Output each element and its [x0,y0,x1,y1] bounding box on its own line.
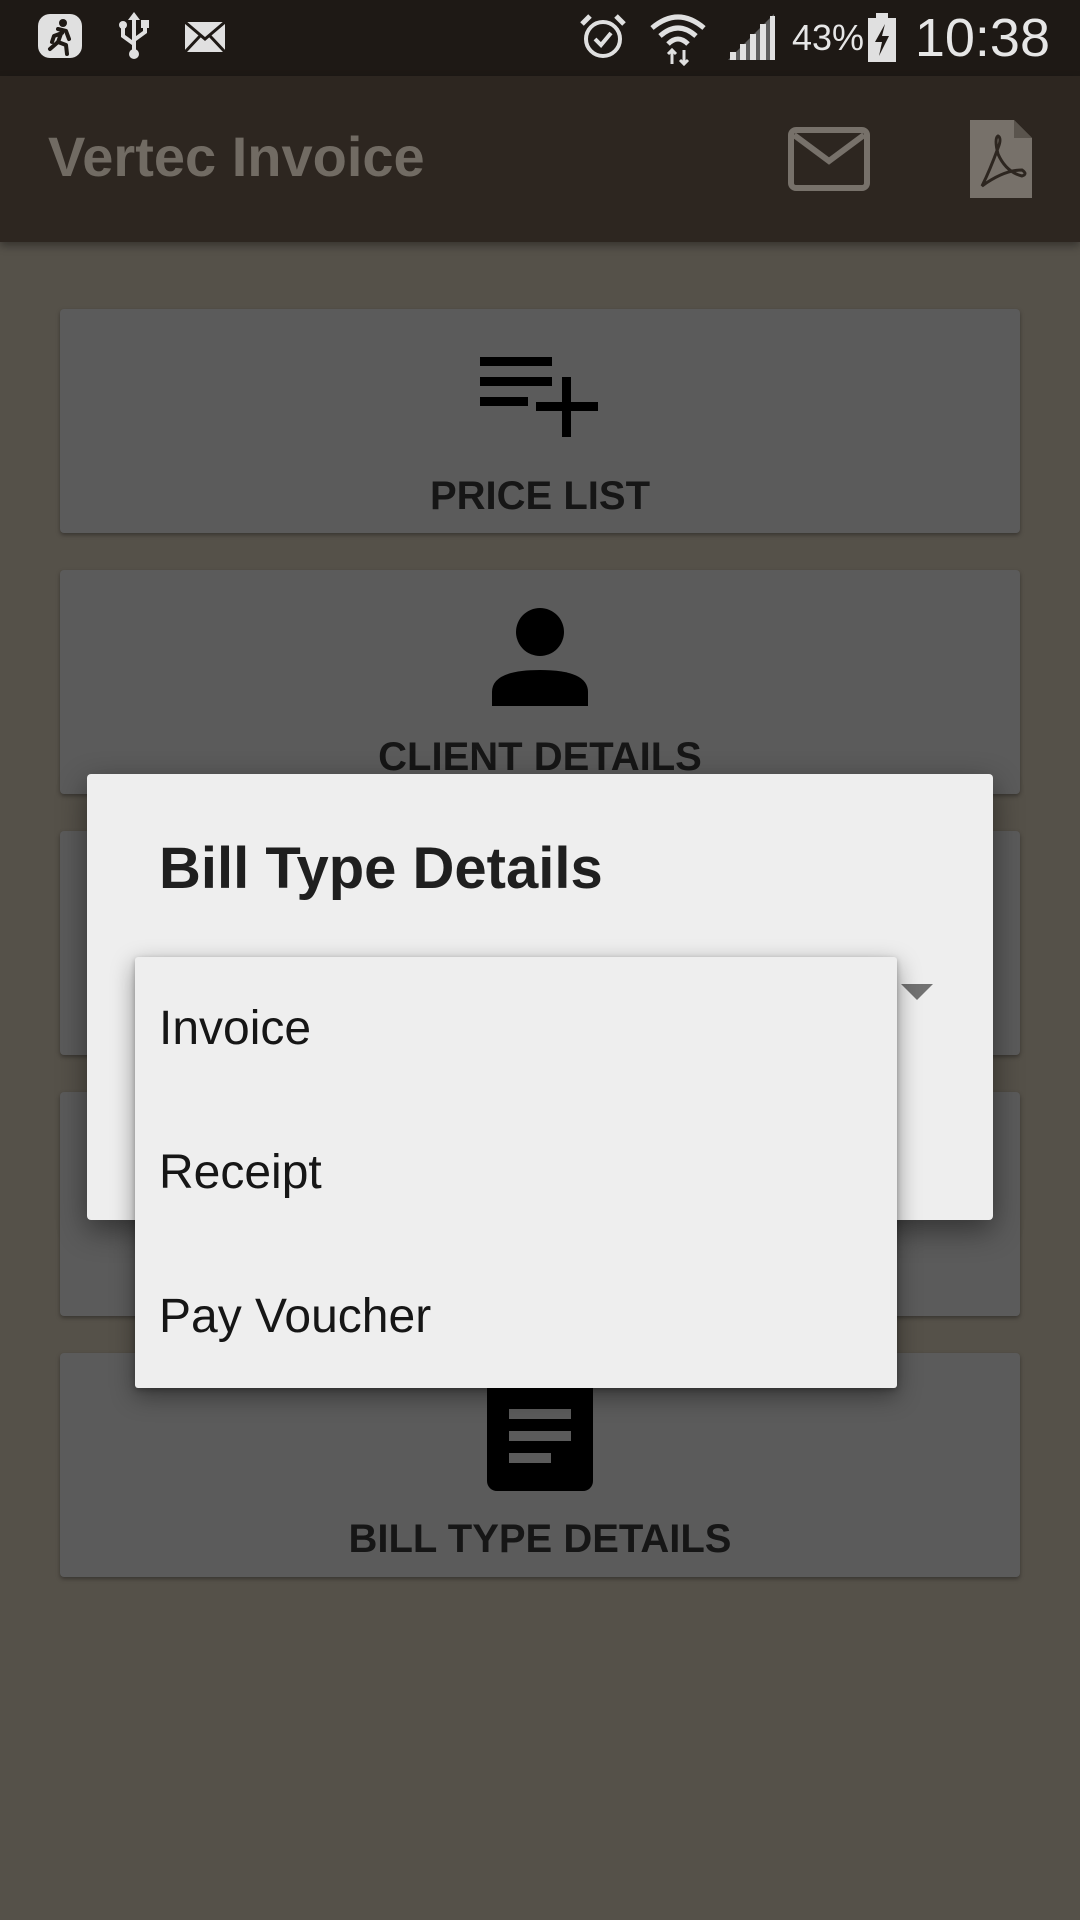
app-bar: Vertec Invoice [0,76,1080,242]
alarm-icon [578,12,628,64]
status-bar: 43% 10:38 [0,0,1080,76]
mail-notification-icon [182,12,228,64]
dialog-title: Bill Type Details [159,836,603,901]
status-time: 10:38 [914,8,1050,68]
wifi-icon [650,12,706,66]
battery-percentage: 43% [792,17,865,58]
card-client-details[interactable]: CLIENT DETAILS [60,570,1020,794]
pdf-button[interactable] [956,116,1046,206]
card-label: PRICE LIST [429,474,651,518]
pdf-icon [968,118,1034,205]
dropdown-option-pay-voucher[interactable]: Pay Voucher [135,1245,897,1389]
app-title: Vertec Invoice [48,125,425,188]
email-button[interactable] [784,116,874,206]
usb-icon [114,12,154,64]
runner-app-icon [36,12,84,64]
card-price-list[interactable]: PRICE LIST [60,309,1020,533]
spinner-arrow-icon[interactable] [901,984,933,1000]
bill-type-dropdown: Invoice Receipt Pay Voucher [135,957,897,1388]
battery-charging-icon [866,12,898,64]
dropdown-option-invoice[interactable]: Invoice [135,957,897,1101]
signal-icon [726,12,776,64]
person-icon [490,606,590,713]
dropdown-option-receipt[interactable]: Receipt [135,1101,897,1245]
playlist-add-icon [478,355,602,444]
card-label: BILL TYPE DETAILS [348,1517,732,1561]
email-icon [788,126,870,196]
document-icon [485,1373,595,1498]
